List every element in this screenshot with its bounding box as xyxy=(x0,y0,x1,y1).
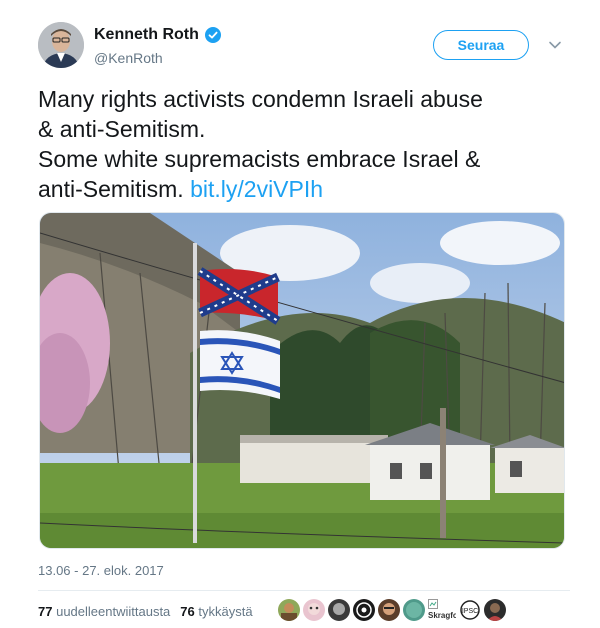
tweet-link[interactable]: bit.ly/2viVPIh xyxy=(190,176,323,202)
svg-text:IPSC: IPSC xyxy=(462,608,478,615)
tweet-header: Kenneth Roth @KenRoth Seuraa xyxy=(38,22,570,72)
author-avatar[interactable] xyxy=(38,22,84,68)
tweet-text-line-with-link: anti-Semitism. bit.ly/2viVPIh xyxy=(38,174,568,204)
tweet-text-line: & anti-Semitism. xyxy=(38,116,206,142)
tweet-text-line: Some white supremacists embrace Israel & xyxy=(38,146,481,172)
avatar-icon: IPSC xyxy=(459,599,481,621)
liker-avatar-broken-image[interactable]: Skragfott xyxy=(428,599,456,621)
tweet-timestamp[interactable]: 13.06 - 27. elok. 2017 xyxy=(38,563,164,578)
liker-alt-text: Skragfott xyxy=(428,611,456,620)
tweet-photo[interactable] xyxy=(39,212,565,549)
likes-stat[interactable]: 76 tykkäystä xyxy=(180,604,252,619)
liker-avatar[interactable] xyxy=(303,599,325,621)
tweet-text-line: Many rights activists condemn Israeli ab… xyxy=(38,86,483,112)
avatar-icon xyxy=(353,599,375,621)
retweets-count: 77 xyxy=(38,604,53,619)
follow-button[interactable]: Seuraa xyxy=(433,30,529,60)
divider xyxy=(38,590,570,591)
likes-label: tykkäystä xyxy=(198,604,253,619)
avatar-icon xyxy=(303,599,325,621)
author-name[interactable]: Kenneth Roth xyxy=(94,26,199,44)
retweets-label: uudelleentwiittausta xyxy=(56,604,171,619)
profile-photo-icon xyxy=(38,22,84,68)
verified-badge-icon xyxy=(204,27,221,43)
flags-on-pole-photo-icon xyxy=(40,213,564,548)
retweets-stat[interactable]: 77 uudelleentwiittausta xyxy=(38,604,170,619)
chevron-down-icon[interactable] xyxy=(548,38,562,52)
avatar-icon xyxy=(403,599,425,621)
liker-avatar[interactable] xyxy=(378,599,400,621)
avatar-icon xyxy=(378,599,400,621)
avatar-icon xyxy=(278,599,300,621)
avatar-icon xyxy=(328,599,350,621)
liker-avatars: Skragfott IPSC xyxy=(278,599,506,621)
liker-avatar[interactable] xyxy=(353,599,375,621)
liker-avatar[interactable] xyxy=(403,599,425,621)
liker-avatar[interactable] xyxy=(484,599,506,621)
liker-avatar[interactable] xyxy=(328,599,350,621)
tweet-stats: 77 uudelleentwiittausta 76 tykkäystä xyxy=(38,604,253,619)
likes-count: 76 xyxy=(180,604,195,619)
liker-avatar[interactable]: IPSC xyxy=(459,599,481,621)
broken-image-icon xyxy=(428,599,438,609)
tweet-text: Many rights activists condemn Israeli ab… xyxy=(38,84,568,204)
liker-avatar[interactable] xyxy=(278,599,300,621)
author-handle[interactable]: @KenRoth xyxy=(94,50,163,66)
avatar-icon xyxy=(484,599,506,621)
tweet-text-fragment: anti-Semitism. xyxy=(38,176,184,202)
